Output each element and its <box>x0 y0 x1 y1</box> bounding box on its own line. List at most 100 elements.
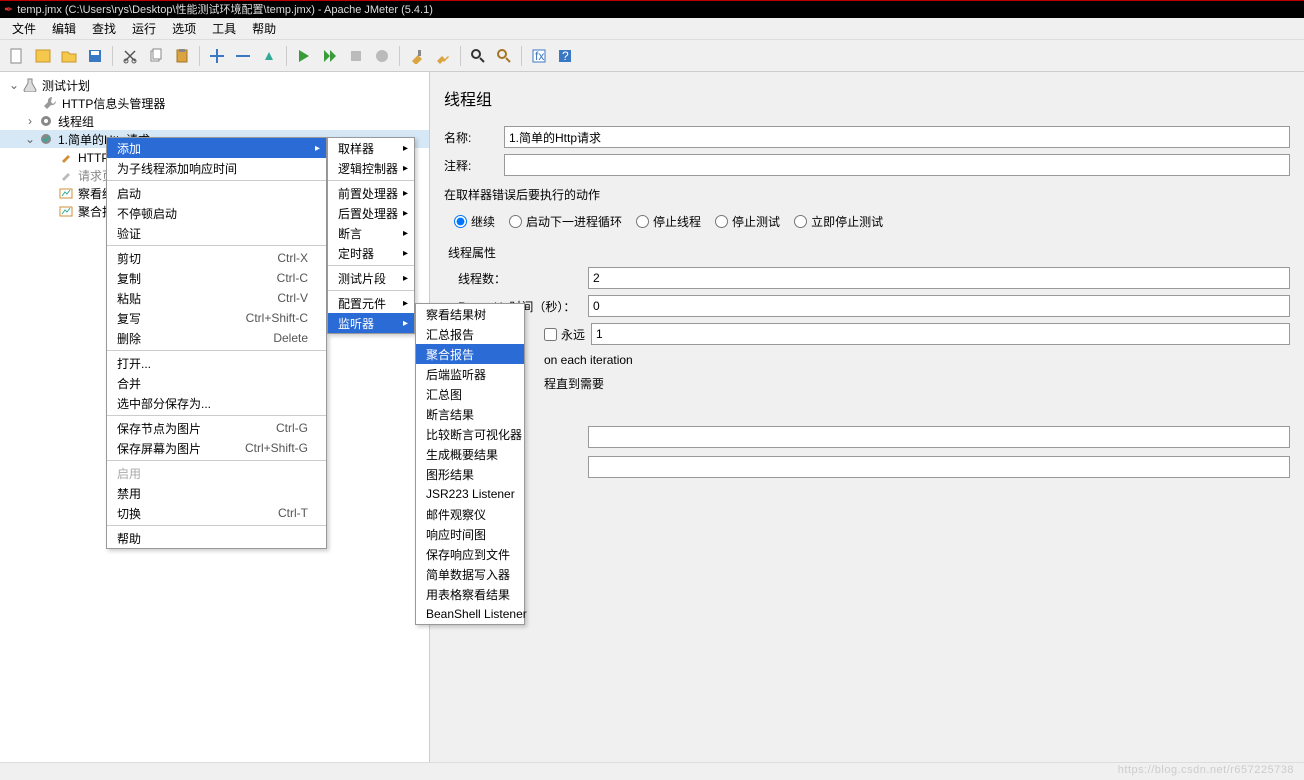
clear-all-button[interactable] <box>432 45 454 67</box>
radio-continue[interactable]: 继续 <box>454 213 495 230</box>
tree-label: 线程组 <box>56 113 94 130</box>
ctx-jsr223[interactable]: JSR223 Listener <box>416 484 524 504</box>
ctx-config-el[interactable]: 配置元件▸ <box>328 293 414 313</box>
menu-options[interactable]: 选项 <box>164 18 204 39</box>
paste-button[interactable] <box>171 45 193 67</box>
ctx-gen-summary[interactable]: 生成概要结果 <box>416 444 524 464</box>
radio-stop-test-input[interactable] <box>715 215 728 228</box>
ctx-pre-proc[interactable]: 前置处理器▸ <box>328 183 414 203</box>
function-helper-button[interactable]: fx <box>528 45 550 67</box>
ctx-merge[interactable]: 合并 <box>107 373 326 393</box>
expand-button[interactable] <box>206 45 228 67</box>
cut-button[interactable] <box>119 45 141 67</box>
ctx-save-sel-as[interactable]: 选中部分保存为... <box>107 393 326 413</box>
separator <box>521 46 522 66</box>
radio-stop-test[interactable]: 停止测试 <box>715 213 780 230</box>
forever-check[interactable]: 永远 <box>544 326 585 343</box>
reset-search-button[interactable] <box>493 45 515 67</box>
ctx-logic-ctrl[interactable]: 逻辑控制器▸ <box>328 158 414 178</box>
menu-run[interactable]: 运行 <box>124 18 164 39</box>
ctx-resp-time-graph[interactable]: 响应时间图 <box>416 524 524 544</box>
radio-start-next[interactable]: 启动下一进程循环 <box>509 213 622 230</box>
ctx-comp-assert-vis[interactable]: 比较断言可视化器 <box>416 424 524 444</box>
new-button[interactable] <box>6 45 28 67</box>
open-button[interactable] <box>58 45 80 67</box>
ctx-copy[interactable]: 复制Ctrl-C <box>107 268 326 288</box>
ramp-input[interactable] <box>588 295 1290 317</box>
stop-button[interactable] <box>345 45 367 67</box>
radio-continue-input[interactable] <box>454 215 467 228</box>
shutdown-button[interactable] <box>371 45 393 67</box>
ctx-timer[interactable]: 定时器▸ <box>328 243 414 263</box>
save-button[interactable] <box>84 45 106 67</box>
start-button[interactable] <box>293 45 315 67</box>
threads-input[interactable] <box>588 267 1290 289</box>
ctx-mailer[interactable]: 邮件观察仪 <box>416 504 524 524</box>
ctx-open[interactable]: 打开... <box>107 353 326 373</box>
ctx-assertion[interactable]: 断言▸ <box>328 223 414 243</box>
ctx-summary-report[interactable]: 汇总报告 <box>416 324 524 344</box>
ctx-graph-results[interactable]: 图形结果 <box>416 464 524 484</box>
ctx-save-screen-img[interactable]: 保存屏幕为图片Ctrl+Shift-G <box>107 438 326 458</box>
ctx-backend-listener[interactable]: 后端监听器 <box>416 364 524 384</box>
menu-file[interactable]: 文件 <box>4 18 44 39</box>
expander-icon[interactable]: ⌄ <box>24 132 36 146</box>
copy-button[interactable] <box>145 45 167 67</box>
forever-checkbox[interactable] <box>544 328 557 341</box>
ctx-start-no-pause[interactable]: 不停顿启动 <box>107 203 326 223</box>
templates-button[interactable] <box>32 45 54 67</box>
start-no-pauses-button[interactable] <box>319 45 341 67</box>
ctx-cut[interactable]: 剪切Ctrl-X <box>107 248 326 268</box>
tree-thread-group[interactable]: › 线程组 <box>0 112 429 130</box>
ctx-table-results[interactable]: 用表格察看结果 <box>416 584 524 604</box>
ctx-simple-data-writer[interactable]: 简单数据写入器 <box>416 564 524 584</box>
ctx-test-frag[interactable]: 测试片段▸ <box>328 268 414 288</box>
ctx-sampler[interactable]: 取样器▸ <box>328 138 414 158</box>
toggle-button[interactable] <box>258 45 280 67</box>
loop-input[interactable] <box>591 323 1290 345</box>
ctx-save-resp-file[interactable]: 保存响应到文件 <box>416 544 524 564</box>
ctx-disable[interactable]: 禁用 <box>107 483 326 503</box>
menu-edit[interactable]: 编辑 <box>44 18 84 39</box>
tree-label: HTTP信息头管理器 <box>60 95 165 112</box>
radio-start-next-input[interactable] <box>509 215 522 228</box>
ctx-assertion-results[interactable]: 断言结果 <box>416 404 524 424</box>
clear-button[interactable] <box>406 45 428 67</box>
ctx-listener[interactable]: 监听器▸ <box>328 313 414 333</box>
radio-stop-thread[interactable]: 停止线程 <box>636 213 701 230</box>
ctx-toggle[interactable]: 切换Ctrl-T <box>107 503 326 523</box>
duration-box[interactable] <box>588 426 1290 448</box>
ctx-add-child-time[interactable]: 为子线程添加响应时间 <box>107 158 326 178</box>
gear-check-icon <box>38 131 54 147</box>
ctx-duplicate[interactable]: 复写Ctrl+Shift-C <box>107 308 326 328</box>
ctx-start[interactable]: 启动 <box>107 183 326 203</box>
ctx-post-proc[interactable]: 后置处理器▸ <box>328 203 414 223</box>
help-button[interactable]: ? <box>554 45 576 67</box>
tree-root[interactable]: ⌄ 测试计划 <box>0 76 429 94</box>
radio-stop-now-input[interactable] <box>794 215 807 228</box>
ctx-summary-graph[interactable]: 汇总图 <box>416 384 524 404</box>
menu-tools[interactable]: 工具 <box>204 18 244 39</box>
radio-stop-now[interactable]: 立即停止测试 <box>794 213 883 230</box>
ctx-paste[interactable]: 粘贴Ctrl-V <box>107 288 326 308</box>
tree-http-header-mgr[interactable]: HTTP信息头管理器 <box>0 94 429 112</box>
ctx-beanshell[interactable]: BeanShell Listener <box>416 604 524 624</box>
search-button[interactable] <box>467 45 489 67</box>
ctx-view-results-tree[interactable]: 察看结果树 <box>416 304 524 324</box>
collapse-button[interactable] <box>232 45 254 67</box>
menu-help[interactable]: 帮助 <box>244 18 284 39</box>
ctx-validate[interactable]: 验证 <box>107 223 326 243</box>
name-input[interactable] <box>504 126 1290 148</box>
radio-stop-thread-input[interactable] <box>636 215 649 228</box>
ctx-add[interactable]: 添加▸ <box>107 138 326 158</box>
expander-icon[interactable]: ⌄ <box>8 78 20 92</box>
menu-divider <box>107 245 326 246</box>
ctx-aggregate-report[interactable]: 聚合报告 <box>416 344 524 364</box>
ctx-remove[interactable]: 删除Delete <box>107 328 326 348</box>
ctx-help[interactable]: 帮助 <box>107 528 326 548</box>
expander-icon[interactable]: › <box>24 114 36 128</box>
comment-input[interactable] <box>504 154 1290 176</box>
delay-box[interactable] <box>588 456 1290 478</box>
menu-search[interactable]: 查找 <box>84 18 124 39</box>
ctx-save-node-img[interactable]: 保存节点为图片Ctrl-G <box>107 418 326 438</box>
